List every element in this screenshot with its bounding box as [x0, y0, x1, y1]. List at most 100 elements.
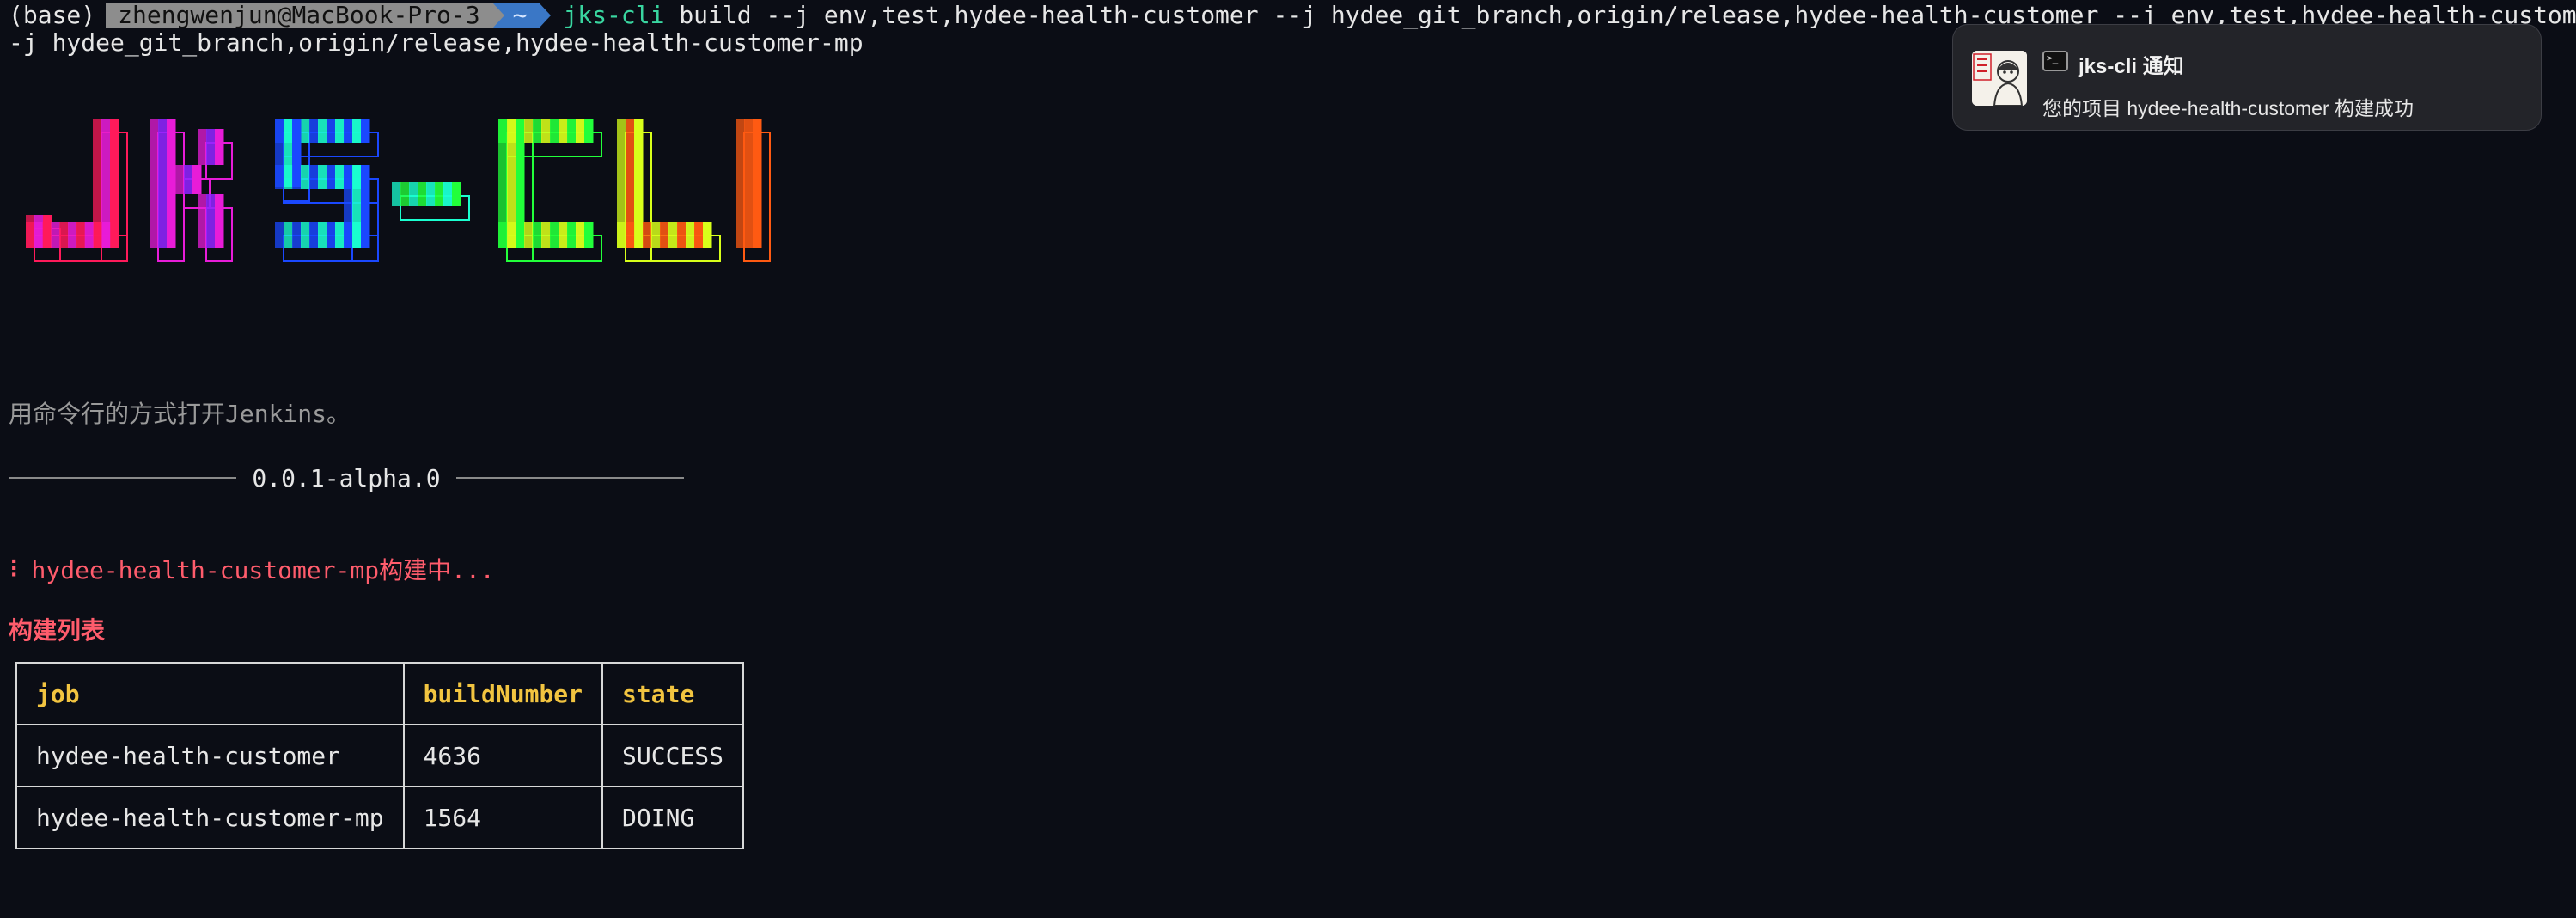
banner-letter-j-block — [101, 222, 111, 248]
banner-letter-c-block — [524, 119, 534, 143]
banner-letter-c-block — [541, 119, 551, 143]
banner-letter-c-block — [541, 222, 551, 248]
banner-letter-l-block — [660, 222, 669, 248]
banner-letter-s-block — [275, 222, 284, 248]
banner-letter-s-block — [335, 222, 345, 248]
prompt-directory: ~ — [504, 3, 540, 28]
banner-letter-s-block — [275, 165, 284, 189]
cell-state: DOING — [601, 786, 745, 849]
banner-letter-s-block — [344, 222, 353, 248]
banner-letter-c-block — [516, 119, 525, 143]
banner-letter-l-block — [651, 222, 661, 248]
banner-letter-k-block — [158, 119, 168, 248]
banner-letter-l-block — [694, 222, 704, 248]
build-progress-text: hydee-health-customer-mp构建中... — [31, 556, 495, 584]
banner-letter-l-block — [643, 222, 652, 248]
banner-letter-j-block — [26, 222, 35, 248]
cell-job: hydee-health-customer-mp — [15, 786, 405, 849]
banner-letter-c-block — [498, 222, 508, 248]
table-header-row: job buildNumber state — [15, 662, 745, 725]
banner-letter-k-block — [206, 194, 216, 248]
banner-letter-s-block — [309, 222, 319, 248]
banner-letter-l-block — [617, 222, 626, 248]
banner-letter-s-block — [309, 165, 319, 189]
banner-letter-l-block — [703, 222, 712, 248]
banner-letter-c-block — [559, 119, 568, 143]
version-label: 0.0.1-alpha.0 — [252, 463, 441, 493]
banner-letter-s-block — [352, 119, 362, 143]
banner-letter-j-block — [42, 222, 52, 248]
banner-letter-s-block — [344, 119, 353, 143]
banner-letter-c-block — [516, 222, 525, 248]
build-progress: ⠇ hydee-health-customer-mp构建中... — [9, 554, 495, 588]
version-divider: 0.0.1-alpha.0 — [9, 461, 684, 495]
system-notification[interactable]: >_ jks-cli 通知 您的项目 hydee-health-customer… — [1952, 24, 2542, 131]
banner-letter-s-block — [301, 119, 310, 143]
banner-letter-s-block — [318, 165, 327, 189]
banner-letter-j-block — [59, 222, 69, 248]
tagline: 用命令行的方式打开Jenkins。 — [9, 400, 351, 428]
banner-letter-dash-block — [418, 182, 427, 206]
cell-build-number: 1564 — [402, 786, 604, 849]
banner-letter-s-block — [301, 165, 310, 189]
banner-letter-k-block — [150, 119, 159, 248]
prompt-separator-icon — [491, 3, 504, 28]
banner-letter-j-block — [84, 222, 95, 248]
banner-letter-s-block — [284, 222, 293, 248]
banner-letter-dash-block — [435, 182, 444, 206]
build-list-title: 构建列表 — [9, 616, 106, 645]
banner-letter-k-block — [167, 119, 176, 248]
banner-letter-s-block — [361, 222, 370, 248]
banner-letter-s-block — [327, 119, 336, 143]
banner-letter-j-block — [93, 222, 102, 248]
banner-letter-s-block — [335, 165, 345, 189]
banner-letter-s-block — [301, 222, 310, 248]
cell-build-number: 4636 — [402, 724, 604, 787]
build-table: job buildNumber state hydee-health-custo… — [15, 662, 745, 849]
banner-letter-s-block — [327, 165, 336, 189]
banner-letter-k-block — [175, 165, 185, 194]
banner-letter-l-block — [668, 222, 678, 248]
divider-right — [455, 477, 684, 479]
banner-letter-j-block — [51, 222, 60, 248]
banner-letter-s-block — [352, 222, 362, 248]
banner-letter-l-block — [677, 222, 687, 248]
cell-state: SUCCESS — [601, 724, 745, 787]
banner-letter-k-block — [184, 165, 193, 194]
banner-letter-c-block — [533, 222, 542, 248]
profile-avatar-icon — [1972, 51, 2027, 106]
jks-cli-ascii-banner — [26, 119, 771, 262]
banner-letter-dash-block — [452, 182, 461, 206]
prompt-end-icon — [539, 3, 552, 28]
banner-letter-c-block — [533, 119, 542, 143]
spinner-icon: ⠇ — [9, 556, 27, 584]
banner-letter-s-block — [284, 165, 293, 189]
banner-letter-c-block — [576, 222, 585, 248]
banner-letter-c-block — [584, 222, 594, 248]
banner-letter-k-block — [192, 165, 202, 194]
table-row: hydee-health-customer 4636 SUCCESS — [15, 724, 745, 787]
banner-letter-i-block — [753, 119, 762, 248]
banner-letter-c-block — [567, 119, 577, 143]
banner-letter-s-block — [318, 119, 327, 143]
header-build-number: buildNumber — [402, 662, 604, 725]
banner-letter-j-block — [76, 222, 86, 248]
prompt-user-host: zhengwenjun@MacBook-Pro-3 — [106, 3, 492, 28]
banner-letter-c-block — [576, 119, 585, 143]
notification-body: 您的项目 hydee-health-customer 构建成功 — [2042, 97, 2414, 119]
banner-letter-c-block — [507, 119, 516, 143]
banner-letter-l-block — [626, 222, 635, 248]
banner-letter-s-block — [292, 165, 302, 189]
banner-letter-c-block — [550, 119, 559, 143]
banner-letter-dash-block — [426, 182, 436, 206]
command-line-2: -j hydee_git_branch,origin/release,hydee… — [9, 28, 864, 57]
banner-letter-k-block — [198, 194, 207, 248]
banner-letter-s-block — [327, 222, 336, 248]
banner-letter-c-block — [559, 222, 568, 248]
divider-left — [9, 477, 237, 479]
cell-job: hydee-health-customer — [15, 724, 405, 787]
banner-letter-j-block — [68, 222, 77, 248]
banner-letter-l-block — [634, 222, 644, 248]
banner-letter-k-block — [198, 129, 207, 165]
banner-letter-j-block — [34, 222, 44, 248]
